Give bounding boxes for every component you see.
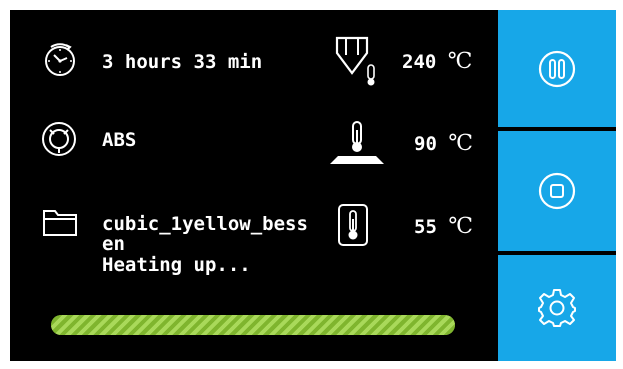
status-text: Heating up... — [102, 254, 251, 276]
settings-button[interactable] — [498, 255, 616, 361]
time-remaining: 3 hours 33 min — [102, 51, 263, 73]
pause-button[interactable] — [498, 10, 616, 127]
control-sidebar — [498, 10, 616, 361]
file-name-line1: cubic_1yellow_bess — [102, 213, 308, 235]
stop-button[interactable] — [498, 131, 616, 251]
print-progress-bar — [51, 315, 455, 335]
pause-icon — [538, 50, 576, 87]
file-name-line2: en — [102, 233, 125, 255]
print-progress-fill — [51, 315, 455, 335]
filament-type: ABS — [102, 129, 137, 151]
bed-temp-unit: ℃ — [448, 131, 473, 156]
gear-icon — [538, 289, 576, 327]
status-panel: 3 hours 33 min ABS cubic_1yellow_bess en… — [10, 10, 498, 361]
nozzle-temp-unit: ℃ — [447, 49, 473, 74]
timer-icon — [45, 43, 75, 76]
chamber-temp-value: 55 ℃ — [414, 214, 473, 239]
bed-temp-value: 90 ℃ — [414, 131, 473, 156]
stop-icon — [538, 172, 576, 210]
folder-icon — [43, 210, 77, 236]
nozzle-temp-icon — [335, 36, 375, 86]
chamber-thermometer-icon — [338, 204, 368, 246]
filament-spool-icon — [42, 122, 76, 156]
printer-screen: 3 hours 33 min ABS cubic_1yellow_bess en… — [10, 10, 616, 361]
bed-temp-icon — [330, 121, 384, 164]
chamber-temp-unit: ℃ — [448, 214, 473, 239]
nozzle-temp-value: 240 ℃ — [402, 49, 473, 74]
